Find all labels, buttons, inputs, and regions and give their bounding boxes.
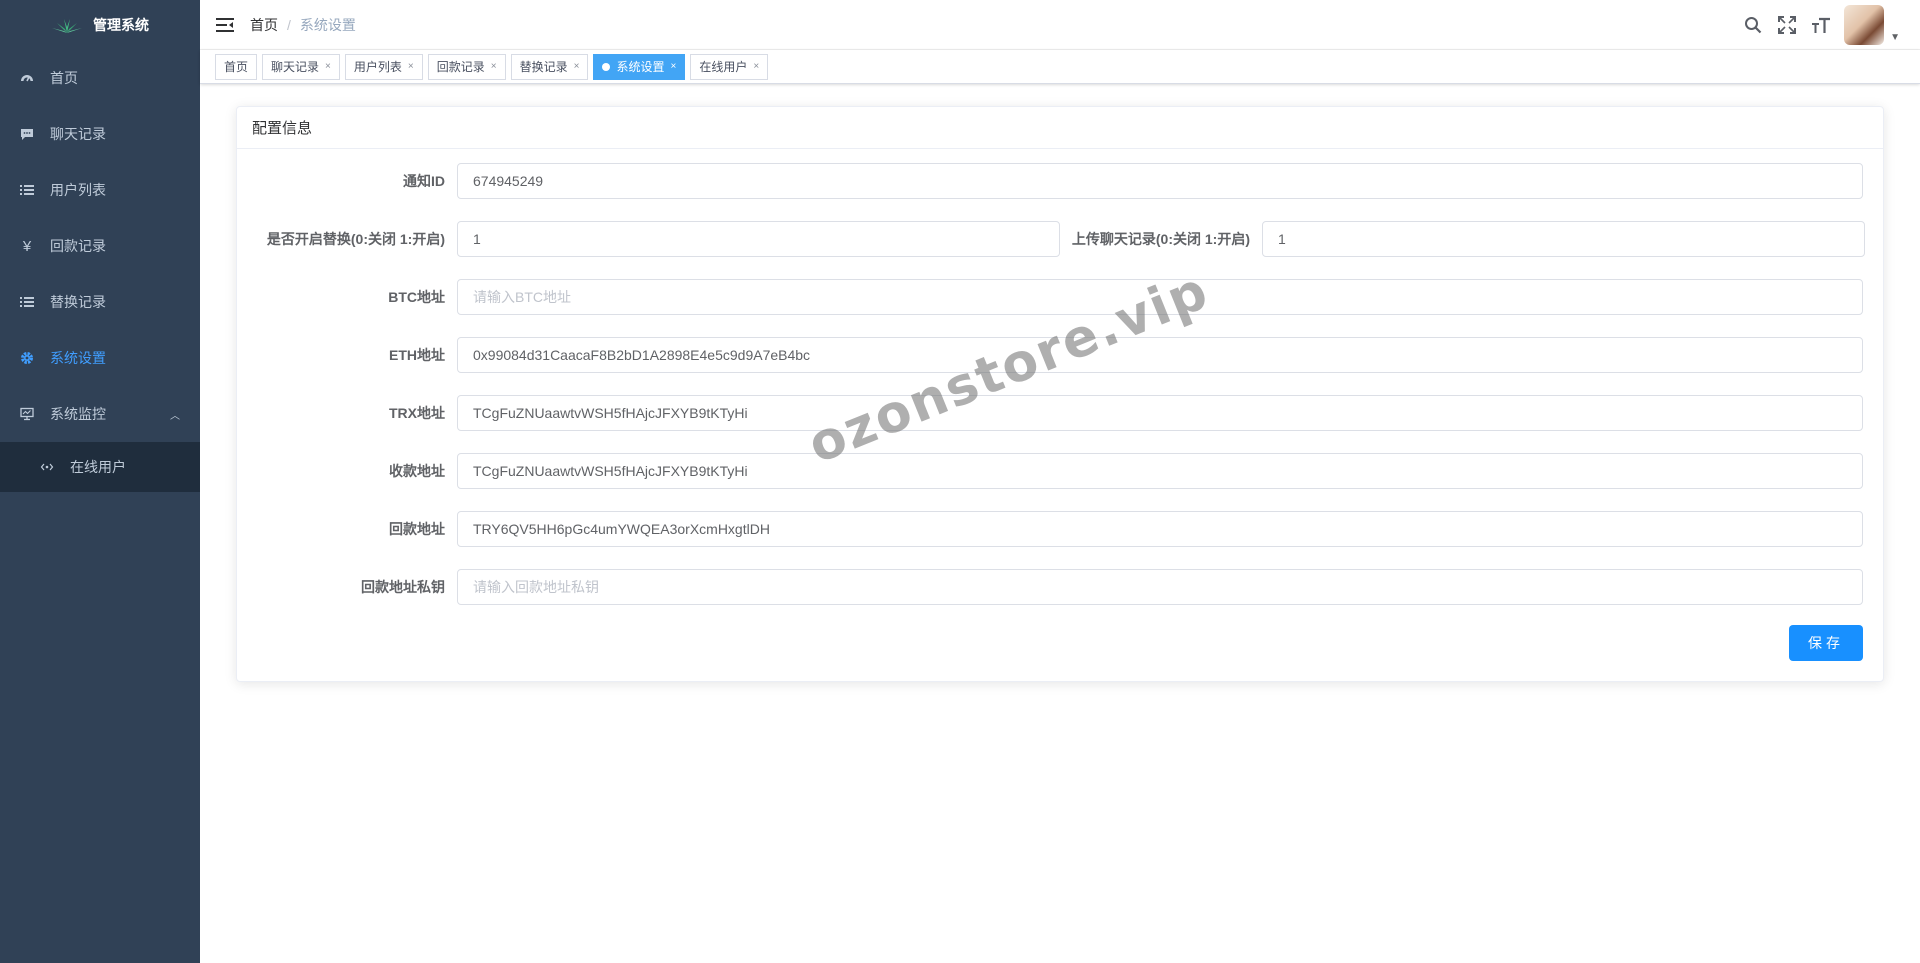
refund-address-input[interactable] (457, 511, 1863, 547)
sidebar: 管理系统 首页 聊天记录 用户列表 ¥ 回款记录 替换记录 系统设置 系统监控 … (0, 0, 200, 963)
sidebar-item-label: 首页 (50, 70, 78, 86)
tags-view: 首页 聊天记录 × 用户列表 × 回款记录 × 替换记录 × 系统设置 × 在线… (200, 50, 1920, 84)
enable-replace-label: 是否开启替换(0:关闭 1:开启) (266, 231, 445, 247)
list-icon (20, 295, 34, 309)
navbar: 首页 / 系统设置 ▼ (200, 0, 1920, 50)
card-title: 配置信息 (237, 107, 1883, 149)
receive-label: 收款地址 (389, 463, 445, 479)
tag-label: 聊天记录 (271, 59, 320, 74)
yen-icon: ¥ (22, 237, 32, 255)
refund-key-input[interactable] (457, 569, 1863, 605)
trx-address-input[interactable] (457, 395, 1863, 431)
close-icon[interactable]: × (408, 55, 414, 79)
save-button[interactable]: 保存 (1789, 625, 1863, 661)
form-row-notify-id: 通知ID (237, 163, 1863, 199)
sidebar-item-label: 用户列表 (50, 182, 106, 198)
upload-chat-input[interactable] (1262, 221, 1865, 257)
sidebar-item-users[interactable]: 用户列表 (0, 162, 200, 218)
gear-icon (20, 351, 34, 365)
logo[interactable]: 管理系统 (0, 0, 200, 50)
sidebar-item-refunds[interactable]: ¥ 回款记录 (0, 218, 200, 274)
trx-label: TRX地址 (389, 405, 445, 421)
form-row-switches: 是否开启替换(0:关闭 1:开启) 上传聊天记录(0:关闭 1:开启) (237, 221, 1865, 257)
dashboard-icon (20, 71, 34, 85)
form-row-btc: BTC地址 (237, 279, 1863, 315)
receive-address-input[interactable] (457, 453, 1863, 489)
tag-label: 在线用户 (699, 59, 748, 74)
close-icon[interactable]: × (491, 55, 497, 79)
notify-id-label: 通知ID (403, 173, 445, 189)
refund-key-label: 回款地址私钥 (361, 579, 445, 595)
main-area: 首页 / 系统设置 ▼ 首页 聊天记录 × 用户列表 × 回款记录 × 替换记录… (200, 0, 1920, 963)
form-row-eth: ETH地址 (237, 337, 1863, 373)
tag-label: 系统设置 (616, 59, 665, 74)
chevron-up-icon: ︿ (170, 410, 180, 422)
hamburger-button[interactable] (200, 0, 250, 50)
tag-online-users[interactable]: 在线用户 × (690, 53, 769, 80)
tag-refunds[interactable]: 回款记录 × (427, 53, 506, 80)
tag-settings[interactable]: 系统设置 × (593, 53, 686, 80)
tag-label: 首页 (224, 59, 249, 74)
close-icon[interactable]: × (325, 55, 331, 79)
chat-icon (20, 127, 34, 141)
upload-chat-label: 上传聊天记录(0:关闭 1:开启) (1071, 231, 1250, 247)
user-menu[interactable]: ▼ (1844, 5, 1900, 45)
breadcrumb-home[interactable]: 首页 (250, 15, 278, 35)
caret-down-icon: ▼ (1890, 32, 1900, 43)
sidebar-item-label: 系统设置 (50, 350, 106, 366)
sidebar-item-label: 在线用户 (70, 459, 126, 475)
btc-label: BTC地址 (388, 289, 445, 305)
tag-home[interactable]: 首页 (215, 53, 258, 80)
sidebar-item-replacements[interactable]: 替换记录 (0, 274, 200, 330)
menu-fold-icon (216, 17, 234, 32)
logo-icon (52, 19, 82, 33)
form-row-refund: 回款地址 (237, 511, 1863, 547)
sidebar-item-online-users[interactable]: 在线用户 (0, 442, 200, 492)
sidebar-item-monitor[interactable]: 系统监控 ︿ (0, 386, 200, 442)
close-icon[interactable]: × (753, 55, 759, 79)
tag-chat[interactable]: 聊天记录 × (262, 53, 340, 80)
eth-label: ETH地址 (389, 347, 445, 363)
sidebar-item-label: 系统监控 (50, 406, 106, 422)
config-card: 配置信息 通知ID 是否开启替换(0:关闭 1:开启) 上传聊天记录(0:关闭 … (236, 106, 1884, 682)
btc-address-input[interactable] (457, 279, 1863, 315)
form-row-refund-key: 回款地址私钥 (237, 569, 1863, 605)
tag-label: 回款记录 (436, 59, 485, 74)
sidebar-item-settings[interactable]: 系统设置 (0, 330, 200, 386)
search-icon[interactable] (1736, 0, 1770, 50)
tag-label: 替换记录 (519, 59, 568, 74)
notify-id-input[interactable] (457, 163, 1863, 199)
sidebar-item-label: 聊天记录 (50, 126, 106, 142)
tag-label: 用户列表 (353, 59, 402, 74)
sidebar-item-chat[interactable]: 聊天记录 (0, 106, 200, 162)
form-row-receive: 收款地址 (237, 453, 1863, 489)
refund-label: 回款地址 (389, 521, 445, 537)
monitor-icon (20, 407, 34, 421)
font-size-icon[interactable] (1804, 0, 1838, 50)
tag-replacements[interactable]: 替换记录 × (510, 53, 589, 80)
submenu-monitor: 在线用户 (0, 442, 200, 492)
fullscreen-icon[interactable] (1770, 0, 1804, 50)
close-icon[interactable]: × (670, 55, 676, 79)
avatar[interactable] (1844, 5, 1885, 45)
sidebar-item-label: 替换记录 (50, 294, 106, 310)
right-menu: ▼ (1736, 0, 1920, 50)
eth-address-input[interactable] (457, 337, 1863, 373)
close-icon[interactable]: × (574, 55, 580, 79)
active-dot-icon (602, 62, 611, 71)
form-row-trx: TRX地址 (237, 395, 1863, 431)
online-icon (40, 460, 54, 474)
app-title: 管理系统 (93, 17, 149, 33)
sidebar-item-label: 回款记录 (50, 238, 106, 254)
list-icon (20, 183, 34, 197)
breadcrumb-current: 系统设置 (299, 16, 356, 33)
breadcrumb: 首页 / 系统设置 (250, 15, 356, 35)
breadcrumb-separator: / (287, 16, 291, 33)
enable-replace-input[interactable] (457, 221, 1060, 257)
tag-users[interactable]: 用户列表 × (344, 53, 423, 80)
sidebar-item-home[interactable]: 首页 (0, 50, 200, 106)
